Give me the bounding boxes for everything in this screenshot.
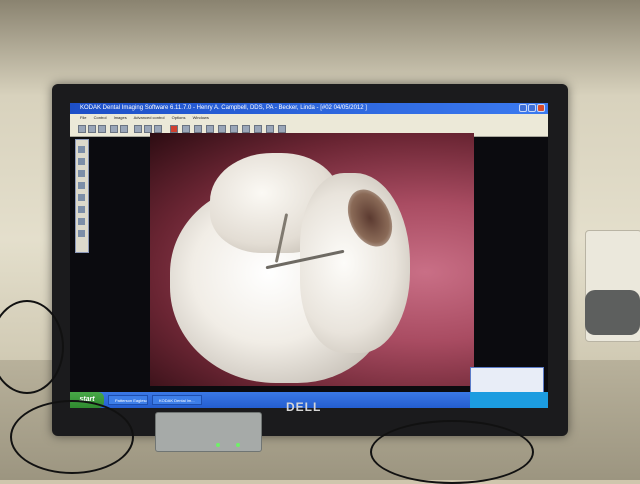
taskbar-item[interactable]: KODAK Dental Im... [152,395,202,405]
window-titlebar: KODAK Dental Imaging Software 6.11.7.0 -… [70,103,548,114]
cable [370,420,534,484]
toolbar-button[interactable] [134,125,142,133]
toolbar-button[interactable] [230,125,238,133]
tool-button[interactable] [78,194,85,201]
plug [585,290,640,335]
toolbar-button[interactable] [206,125,214,133]
menu-windows[interactable]: Windows [193,115,209,120]
toolbar-button[interactable] [218,125,226,133]
toolbar-button[interactable] [254,125,262,133]
toolbar-button[interactable] [194,125,202,133]
toolbar-button[interactable] [170,125,178,133]
toolbar-button[interactable] [88,125,96,133]
close-button[interactable] [537,104,545,112]
window-title: KODAK Dental Imaging Software 6.11.7.0 -… [80,105,367,111]
tool-button[interactable] [78,158,85,165]
toolbar-button[interactable] [154,125,162,133]
notification-popup[interactable] [470,367,544,393]
minimize-button[interactable] [519,104,527,112]
toolbar-button[interactable] [242,125,250,133]
status-led [216,443,220,447]
toolbar-button[interactable] [266,125,274,133]
usb-hub [155,412,262,452]
tool-button[interactable] [78,230,85,237]
menu-file[interactable]: File [80,115,86,120]
menu-images[interactable]: Images [114,115,127,120]
taskbar-item[interactable]: Patterson Eaglesoft [108,395,148,405]
tool-button[interactable] [78,206,85,213]
toolbar-button[interactable] [120,125,128,133]
toolbar-button[interactable] [278,125,286,133]
left-tool-panel [75,139,89,253]
cable [10,400,134,474]
system-tray [470,392,548,408]
maximize-button[interactable] [528,104,536,112]
toolbar-button[interactable] [110,125,118,133]
monitor-screen: KODAK Dental Imaging Software 6.11.7.0 -… [70,103,548,408]
tool-button[interactable] [78,146,85,153]
toolbar-button[interactable] [182,125,190,133]
tool-button[interactable] [78,182,85,189]
tool-button[interactable] [78,170,85,177]
menu-control[interactable]: Control [94,115,107,120]
monitor-brand-logo: DELL [286,400,322,414]
menu-advanced-control[interactable]: Advanced control [134,115,165,120]
tool-button[interactable] [78,218,85,225]
toolbar-button[interactable] [78,125,86,133]
intraoral-image-viewer[interactable] [150,133,474,386]
toolbar-button[interactable] [144,125,152,133]
menu-options[interactable]: Options [172,115,186,120]
menu-bar: File Control Images Advanced control Opt… [70,114,548,122]
toolbar-button[interactable] [98,125,106,133]
status-led [236,443,240,447]
